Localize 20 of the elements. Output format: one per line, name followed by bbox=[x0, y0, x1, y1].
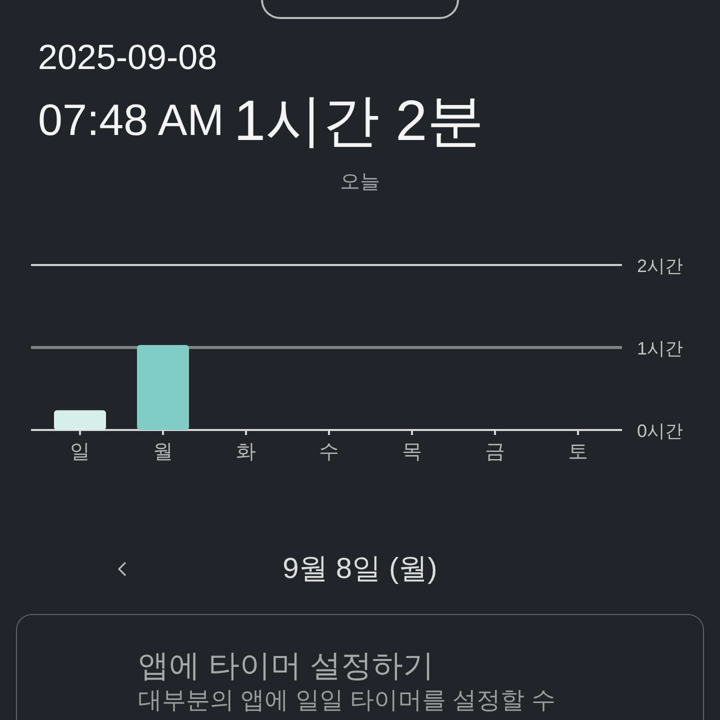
x-axis-label: 토 bbox=[568, 441, 588, 463]
period-label: 오늘 bbox=[340, 170, 380, 195]
time-text: 07:48 AM bbox=[38, 95, 224, 147]
x-axis-label: 수 bbox=[319, 441, 339, 463]
date-label: 9월 8일 (월) bbox=[282, 552, 438, 587]
y-axis-label: 0시간 bbox=[637, 421, 684, 441]
card-description: 대부분의 앱에 일일 타이머를 설정할 수 bbox=[138, 686, 556, 716]
x-axis-label: 목 bbox=[402, 441, 422, 463]
y-axis-label: 1시간 bbox=[637, 338, 684, 358]
x-axis-label: 금 bbox=[485, 441, 505, 463]
card-title: 앱에 타이머 설정하기 bbox=[138, 648, 436, 684]
total-usage-text: 1시간 2분 bbox=[234, 89, 484, 153]
x-axis-label: 화 bbox=[236, 441, 256, 463]
x-axis-label: 일 bbox=[70, 441, 90, 463]
outlined-button[interactable] bbox=[261, 0, 459, 19]
timer-card[interactable]: 앱에 타이머 설정하기 대부분의 앱에 일일 타이머를 설정할 수 bbox=[16, 614, 704, 720]
date-text: 2025-09-08 bbox=[38, 38, 218, 77]
x-axis-label: 월 bbox=[153, 441, 173, 463]
bar[interactable] bbox=[54, 410, 106, 430]
y-axis-label: 2시간 bbox=[637, 256, 684, 276]
